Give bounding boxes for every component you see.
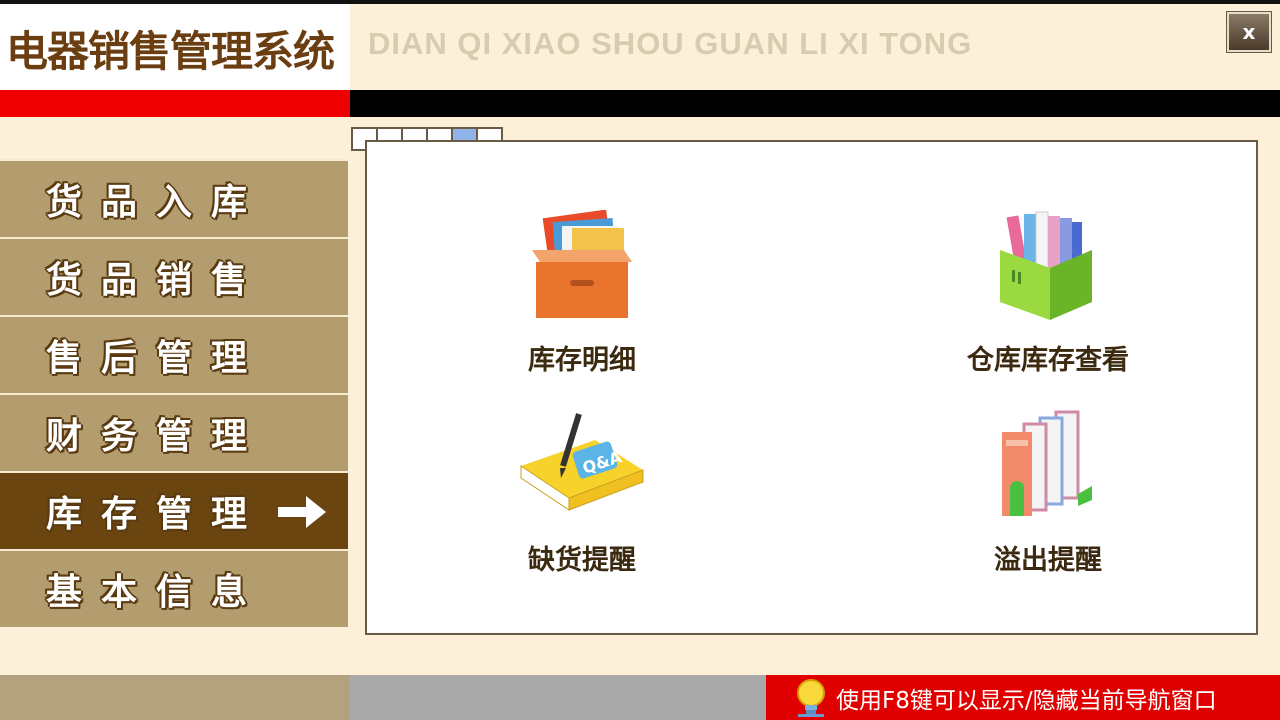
- notebook-pen-icon: Q&A: [520, 413, 644, 511]
- sidebar-item-label: 财务管理: [46, 416, 267, 457]
- sidebar-item-finance[interactable]: 财务管理: [0, 393, 348, 471]
- sidebar-item-basic-info[interactable]: 基本信息: [0, 549, 348, 627]
- title-area: 电器销售管理系统: [0, 4, 350, 90]
- lightbulb-icon: [797, 678, 825, 717]
- app-title: 电器销售管理系统: [6, 27, 335, 76]
- pinyin-title: DIAN QI XIAO SHOU GUAN LI XI TONG: [368, 26, 973, 61]
- sidebar-item-goods-inbound[interactable]: 货品入库: [0, 159, 348, 237]
- close-button[interactable]: x: [1226, 11, 1272, 53]
- content-panel: 库存明细 仓库库存查看 Q&A 缺货提醒 溢出提醒: [365, 140, 1258, 635]
- sidebar-item-label: 基本信息: [46, 572, 267, 613]
- tile-label: 仓库库存查看: [967, 345, 1129, 376]
- black-stripe: [350, 90, 1280, 117]
- tile-warehouse-stock[interactable]: 仓库库存查看: [898, 210, 1198, 380]
- tile-inventory-detail[interactable]: 库存明细: [432, 210, 732, 380]
- tile-label: 溢出提醒: [994, 545, 1102, 576]
- sidebar-item-inventory[interactable]: 库存管理: [0, 471, 348, 549]
- file-box-icon: [532, 210, 632, 318]
- sidebar-item-after-sales[interactable]: 售后管理: [0, 315, 348, 393]
- status-hint-bar: 使用F8键可以显示/隐藏当前导航窗口: [766, 675, 1280, 720]
- arrow-right-icon: [278, 496, 326, 528]
- tile-label: 库存明细: [528, 345, 636, 376]
- tile-overflow-alert[interactable]: 溢出提醒: [898, 410, 1198, 580]
- tile-shortage-alert[interactable]: Q&A 缺货提醒: [432, 410, 732, 580]
- sidebar-item-label: 售后管理: [46, 338, 267, 379]
- status-bar-middle: [350, 675, 766, 720]
- sidebar-item-label: 货品销售: [46, 260, 267, 301]
- book-stand-icon: [1000, 211, 1092, 320]
- sidebar-item-label: 库存管理: [46, 494, 267, 535]
- sidebar-item-goods-sales[interactable]: 货品销售: [0, 237, 348, 315]
- red-stripe: [0, 90, 350, 117]
- tile-label: 缺货提醒: [528, 545, 636, 576]
- app-window: 电器销售管理系统 DIAN QI XIAO SHOU GUAN LI XI TO…: [0, 0, 1280, 720]
- books-icon: [1002, 410, 1092, 516]
- sidebar-item-label: 货品入库: [46, 182, 267, 223]
- sidebar-nav: 货品入库 货品销售 售后管理 财务管理 库存管理 基本信息: [0, 159, 348, 627]
- status-bar-left: [0, 675, 350, 720]
- status-hint-text: 使用F8键可以显示/隐藏当前导航窗口: [836, 687, 1217, 714]
